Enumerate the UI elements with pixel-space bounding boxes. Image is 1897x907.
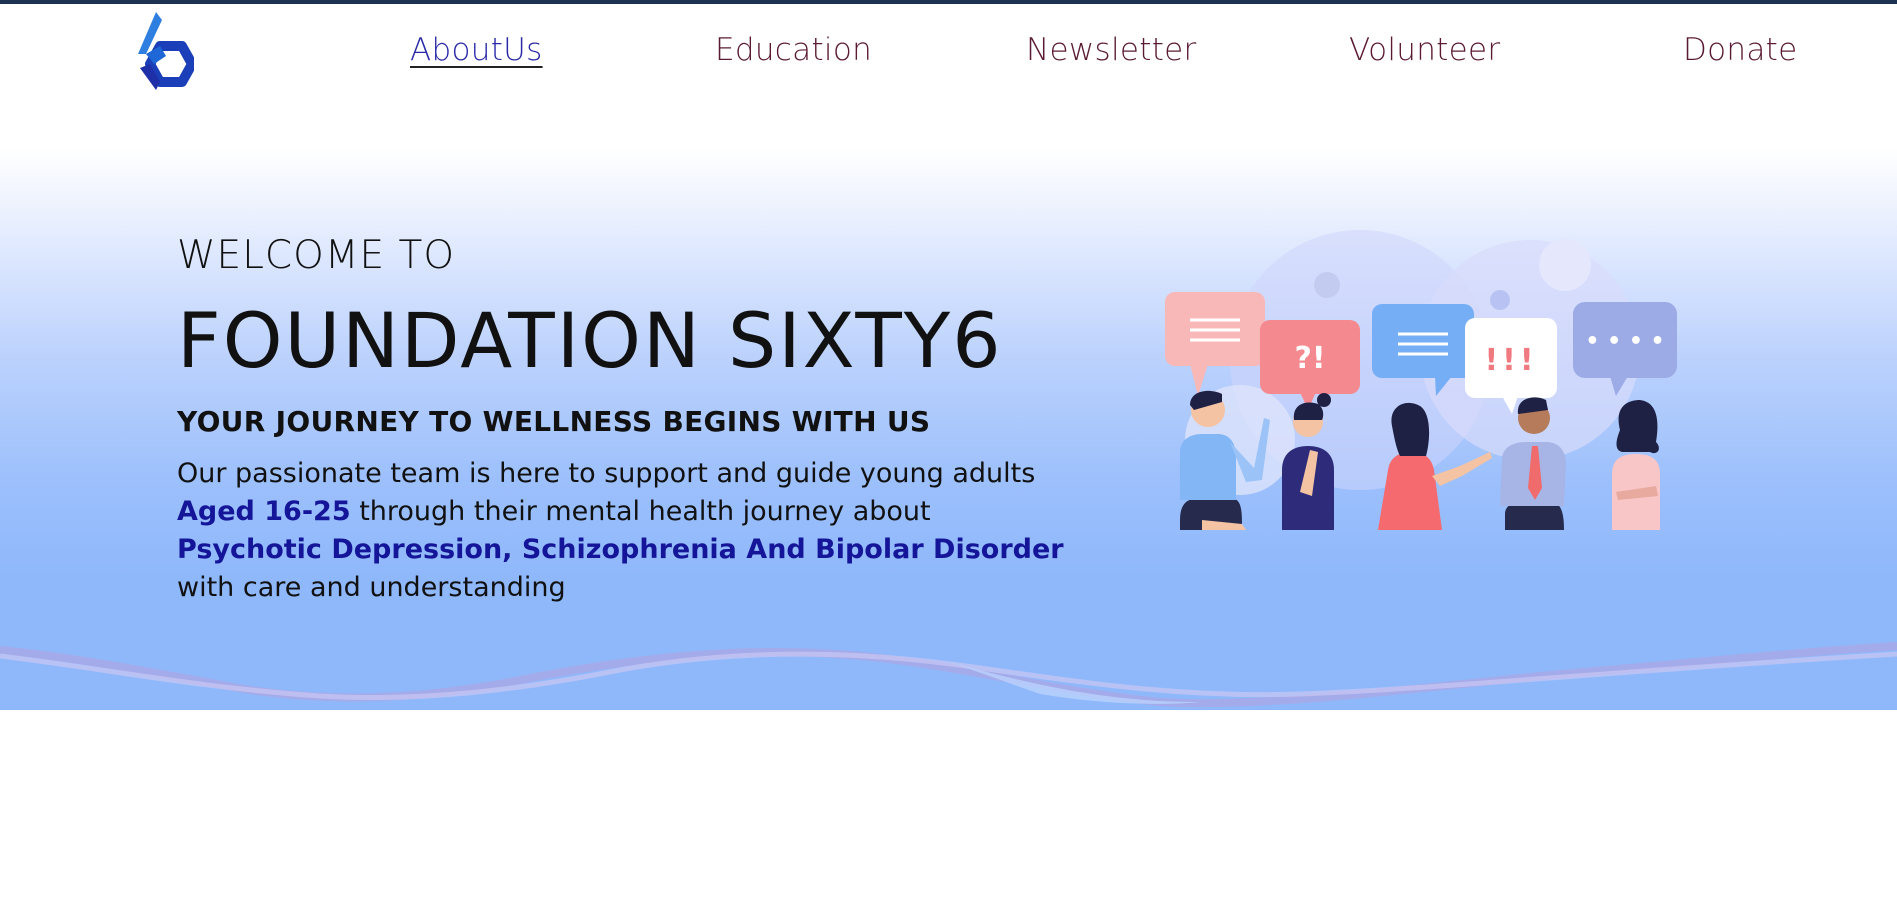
welcome-heading: WELCOME TO	[177, 233, 456, 278]
main-navigation: AboutUs Education Newsletter Volunteer D…	[0, 4, 1897, 100]
hero-subtitle: YOUR JOURNEY TO WELLNESS BEGINS WITH US	[177, 405, 931, 438]
nav-link-volunteer[interactable]: Volunteer	[1349, 32, 1500, 68]
desc-text-2: through their mental health journey abou…	[350, 496, 931, 527]
bubble-exclamation-text: !!!	[1484, 343, 1537, 378]
desc-text-1: Our passionate team is here to support a…	[177, 458, 1036, 489]
nav-link-education[interactable]: Education	[715, 32, 872, 68]
hero-description: Our passionate team is here to support a…	[177, 455, 1067, 607]
nav-link-donate[interactable]: Donate	[1683, 32, 1798, 68]
desc-text-3: with care and understanding	[177, 572, 566, 603]
foundation-sixty6-logo[interactable]	[126, 10, 194, 98]
hero-wave-divider	[0, 620, 1897, 708]
bubble-dots-text: • • • •	[1585, 329, 1664, 354]
people-chat-illustration: ?! !!! • • • •	[1165, 230, 1677, 530]
nav-link-aboutus[interactable]: AboutUs	[410, 32, 543, 68]
person-woman-arms-crossed	[1612, 400, 1660, 530]
page-title: FOUNDATION SIXTY6	[177, 296, 1003, 385]
nav-link-newsletter[interactable]: Newsletter	[1026, 32, 1197, 68]
age-range-highlight: Aged 16-25	[177, 496, 351, 527]
conditions-highlight: Psychotic Depression, Schizophrenia And …	[177, 534, 1064, 565]
bubble-question-text: ?!	[1294, 341, 1325, 376]
